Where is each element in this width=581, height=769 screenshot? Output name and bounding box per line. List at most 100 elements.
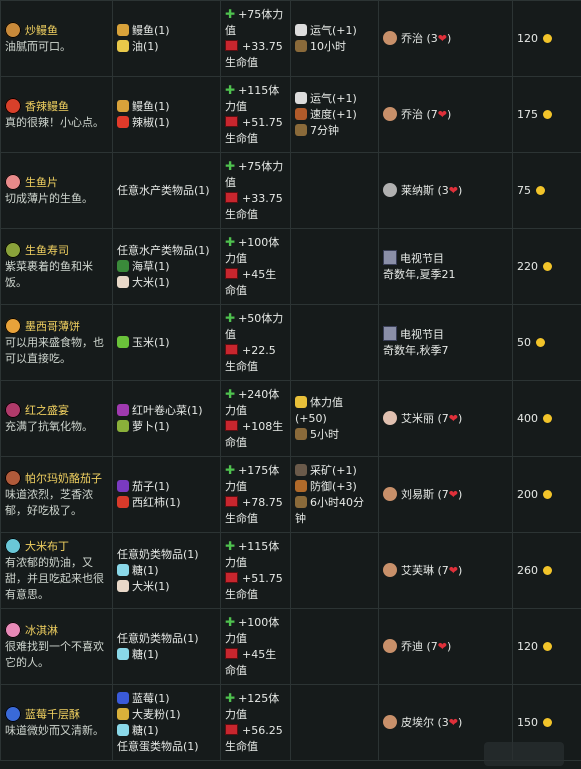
health-icon [225,572,238,583]
ingredient-icon [117,39,129,52]
gold-coin-icon [543,261,552,271]
villager-portrait-icon [383,182,397,197]
buff-text: 运气(+1) [310,91,357,105]
energy-icon: ✚ [225,235,236,249]
ingredient-text: 任意蛋类物品(1) [117,739,199,753]
dish-desc: 油腻而可口。 [5,40,71,53]
ingredient-text: 糖(1) [132,563,159,577]
buffs-cell: 采矿(+1) 防御(+3) 6小时40分钟 [290,456,379,533]
ingredient-icon [117,495,129,508]
buff-icon [295,479,307,492]
dish-desc: 切成薄片的生鱼。 [5,192,93,205]
health-icon [225,344,238,355]
ingredient-text: 鳗鱼(1) [132,99,170,113]
price-cell: 200 [512,456,581,533]
recipe-table: 炒鳗鱼 油腻而可口。 鳗鱼(1) 油(1) ✚ +75体力值 +33.75生命值 运气(+1)… [0,0,581,761]
price-cell: 175 [512,76,581,153]
dish-desc: 可以用来盛食物，也可以直接吃。 [5,336,104,365]
ingredient-text: 任意水产类物品(1) [117,183,210,197]
stats-cell: ✚ +75体力值 +33.75生命值 [220,0,291,77]
ingredient-icon [117,335,129,348]
source-cell: 艾芙琳 (7❤) [378,532,513,609]
dish-name: 红之盛宴 [25,404,69,417]
ingredients-cell: 鳗鱼(1) 油(1) [112,0,221,77]
stats-cell: ✚ +100体力值 +45生命值 [220,608,291,685]
gift-text: 乔迪 (7 [401,639,438,653]
health-icon [225,192,238,203]
ingredient-icon [117,707,129,720]
ingredient-icon [117,479,129,492]
buffs-cell [290,152,379,229]
ingredient-text: 萝卜(1) [132,419,170,433]
ingredient-icon [117,419,129,432]
dish-icon [5,174,21,190]
dish-icon [5,22,21,38]
ingredient-text: 茄子(1) [132,479,170,493]
ingredient-text: 红叶卷心菜(1) [132,403,203,417]
buffs-cell [290,684,379,761]
dish-icon [5,402,21,418]
price-value: 400 [517,411,538,425]
ingredients-cell: 红叶卷心菜(1) 萝卜(1) [112,380,221,457]
buff-text: 防御(+3) [310,479,357,493]
buff-text: 7分钟 [310,123,339,137]
energy-icon: ✚ [225,83,236,97]
dish-cell: 红之盛宴 充满了抗氧化物。 [0,380,113,457]
buff-text: 10小时 [310,39,346,53]
buff-text: 运气(+1) [310,23,357,37]
buffs-cell [290,228,379,305]
price-value: 220 [517,259,538,273]
price-value: 75 [517,183,531,197]
ingredient-text: 任意水产类物品(1) [117,243,210,257]
source-cell: 乔治 (7❤) [378,76,513,153]
table-row: 墨西哥薄饼 可以用来盛食物，也可以直接吃。 玉米(1) ✚ +50体力值 +22.5生命值… [0,304,581,381]
buff-text: 5小时 [310,427,339,441]
source-cell: 电视节目 奇数年,秋季7 [378,304,513,381]
heart-icon: ❤ [437,639,448,653]
buff-text: 采矿(+1) [310,463,357,477]
gift-text: 艾芙琳 (7 [401,563,449,577]
ingredients-cell: 蓝莓(1) 大麦粉(1) 糖(1) 任意蛋类物品(1) [112,684,221,761]
price-cell: 120 [512,608,581,685]
heart-icon: ❤ [448,715,459,729]
dish-name: 炒鳗鱼 [25,24,58,37]
buffs-cell [290,532,379,609]
stats-cell: ✚ +125体力值 +56.25生命值 [220,684,291,761]
dish-cell: 生鱼片 切成薄片的生鱼。 [0,152,113,229]
tv-title: 电视节目 [400,252,444,265]
buffs-cell: 体力值(+50) 5小时 [290,380,379,457]
gold-coin-icon [536,185,545,195]
gift-text: 莱纳斯 (3 [401,183,449,197]
health-icon [225,496,238,507]
ingredient-icon [117,563,129,576]
dish-cell: 帕尔玛奶酪茄子 味道浓烈，芝香浓郁，好吃极了。 [0,456,113,533]
price-cell: 50 [512,304,581,381]
tv-sub: 奇数年,夏季21 [383,268,456,281]
ingredients-cell: 任意水产类物品(1) [112,152,221,229]
dish-cell: 生鱼寿司 紫菜裹着的鱼和米饭。 [0,228,113,305]
heart-icon: ❤ [448,487,459,501]
ingredient-text: 大麦粉(1) [132,707,181,721]
dish-icon [5,242,21,258]
gift-text: 乔治 (7 [401,107,438,121]
source-cell: 刘易斯 (7❤) [378,456,513,533]
ingredients-cell: 任意奶类物品(1) 糖(1) 大米(1) [112,532,221,609]
dish-desc: 味道浓烈，芝香浓郁，好吃极了。 [5,488,93,517]
ingredient-icon [117,115,129,128]
ingredient-icon [117,23,129,36]
gold-coin-icon [543,33,552,43]
ingredient-text: 大米(1) [132,579,170,593]
table-row: 炒鳗鱼油腻而可口。 鳗鱼(1) 油(1) ✚ +75体力值 +33.75生命值 运气(+1)… [0,0,581,77]
energy-icon: ✚ [225,159,236,173]
villager-portrait-icon [383,638,397,653]
buffs-cell [290,608,379,685]
table-row: 香辣鳗鱼 真的很辣！小心点。 鳗鱼(1) 辣椒(1) ✚ +115体力值 +51.75生命值… [0,76,581,153]
ingredient-icon [117,403,129,416]
price-value: 175 [517,107,538,121]
buffs-cell [290,304,379,381]
dish-name: 墨西哥薄饼 [25,320,80,333]
stats-cell: ✚ +115体力值 +51.75生命值 [220,76,291,153]
source-cell: 电视节目奇数年,夏季21 [378,228,513,305]
health-icon [225,420,238,431]
health-icon [225,648,238,659]
